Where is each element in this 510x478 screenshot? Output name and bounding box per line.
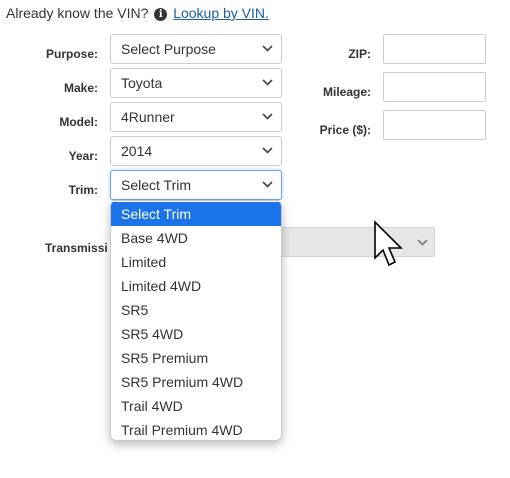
make-select[interactable]: Toyota	[110, 68, 282, 98]
make-select-value: Toyota	[121, 75, 163, 91]
year-label: Year:	[68, 149, 98, 163]
purpose-label: Purpose:	[45, 47, 98, 61]
trim-option[interactable]: Base 4WD	[111, 226, 281, 250]
trim-option[interactable]: SR5 4WD	[111, 322, 281, 346]
trim-dropdown-list: Select Trim Base 4WD Limited Limited 4WD…	[110, 200, 282, 441]
mileage-label: Mileage:	[322, 85, 371, 99]
vehicle-form-root: Already know the VIN? i Lookup by VIN. P…	[0, 0, 510, 478]
chevron-down-icon	[417, 239, 428, 246]
trim-option[interactable]: Limited	[111, 250, 281, 274]
trim-option[interactable]: SR5 Premium	[111, 346, 281, 370]
model-label: Model:	[59, 115, 98, 129]
purpose-select[interactable]: Select Purpose	[110, 34, 282, 64]
trim-label: Trim:	[68, 183, 98, 197]
info-icon: i	[154, 8, 168, 21]
chevron-down-icon	[262, 113, 273, 120]
trim-option[interactable]: Trail 4WD	[111, 394, 281, 418]
trim-option[interactable]: Limited 4WD	[111, 274, 281, 298]
chevron-down-icon	[262, 147, 273, 154]
price-label: Price ($):	[319, 123, 371, 137]
trim-option[interactable]: SR5	[111, 298, 281, 322]
zip-input[interactable]	[383, 34, 486, 64]
model-select-value: 4Runner	[121, 109, 175, 125]
trim-option[interactable]: Trail Premium 4WD	[111, 418, 281, 440]
year-select[interactable]: 2014	[110, 136, 282, 166]
trim-select[interactable]: Select Trim	[110, 170, 282, 200]
year-select-value: 2014	[121, 143, 153, 159]
make-label: Make:	[63, 81, 98, 95]
trim-option[interactable]: Select Trim	[111, 202, 281, 226]
trim-select-value: Select Trim	[121, 177, 192, 193]
trim-option[interactable]: SR5 Premium 4WD	[111, 370, 281, 394]
mouse-pointer-icon	[374, 220, 403, 267]
purpose-select-value: Select Purpose	[121, 41, 216, 57]
price-input[interactable]	[383, 110, 486, 140]
chevron-down-icon	[262, 181, 273, 188]
transmission-label: Transmissi	[45, 241, 108, 255]
vin-prompt: Already know the VIN? i Lookup by VIN.	[6, 5, 269, 21]
lookup-by-vin-link[interactable]: Lookup by VIN.	[173, 5, 269, 21]
model-select[interactable]: 4Runner	[110, 102, 282, 132]
mileage-input[interactable]	[383, 72, 486, 102]
vin-prompt-text: Already know the VIN?	[6, 5, 149, 21]
chevron-down-icon	[262, 45, 273, 52]
zip-label: ZIP:	[348, 47, 371, 61]
transmission-select	[280, 227, 435, 257]
chevron-down-icon	[262, 79, 273, 86]
